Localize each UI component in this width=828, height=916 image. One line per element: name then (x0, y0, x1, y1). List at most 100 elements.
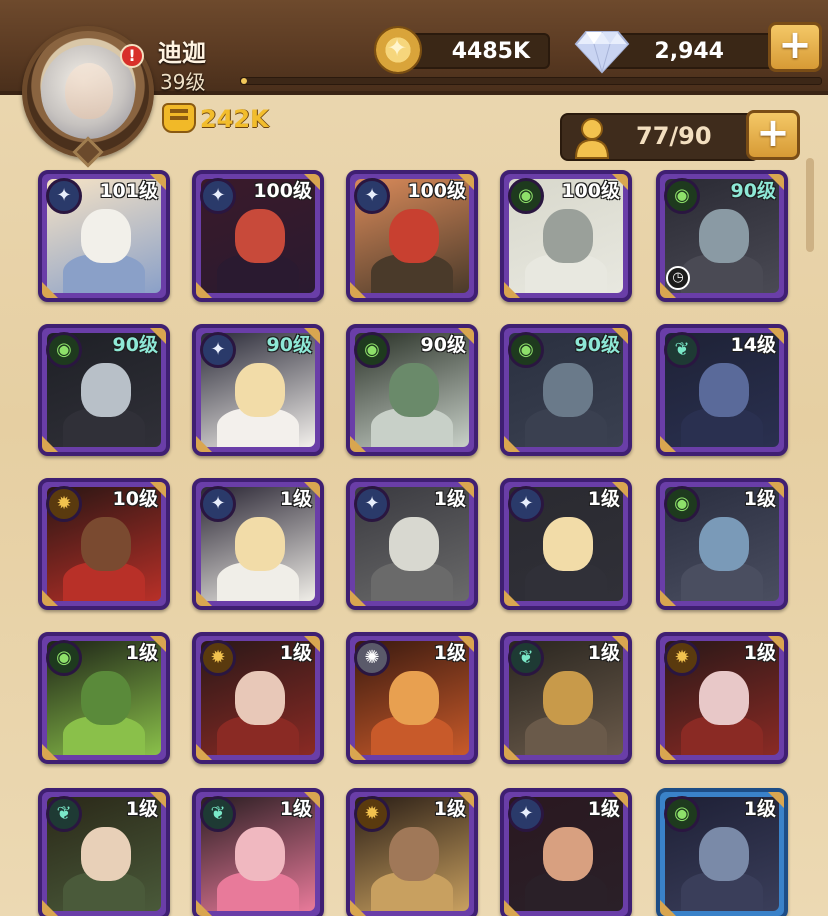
card-corner-ornament (458, 174, 474, 190)
hero-portrait-head (235, 208, 286, 264)
leaf-icon: ❦ (46, 796, 82, 832)
hero-portrait-head (543, 362, 594, 418)
hero-card[interactable]: ❦ 14级 (656, 324, 788, 456)
star-icon: ✦ (200, 178, 236, 214)
hero-card[interactable]: ✦ 1级 (500, 478, 632, 610)
eye-icon: ◉ (46, 332, 82, 368)
hero-card[interactable]: ✦ 1级 (346, 478, 478, 610)
card-corner-ornament (612, 174, 628, 190)
card-corner-ornament (196, 744, 212, 760)
card-corner-ornament (612, 636, 628, 652)
hero-card[interactable]: ✦ 1级 (500, 788, 632, 916)
leaf-icon: ❦ (508, 640, 544, 676)
card-corner-ornament (504, 590, 520, 606)
hero-portrait-head (235, 362, 286, 418)
star-icon: ✦ (354, 178, 390, 214)
hero-portrait-head (699, 362, 750, 418)
card-corner-ornament (150, 636, 166, 652)
hero-card[interactable]: ◉ 1级 (656, 478, 788, 610)
hero-card[interactable]: ✦ 100级 (346, 170, 478, 302)
light-icon: ✺ (354, 640, 390, 676)
hero-portrait-head (235, 670, 286, 726)
hero-card[interactable]: ✹ 10级 (38, 478, 170, 610)
card-corner-ornament (458, 328, 474, 344)
card-corner-ornament (42, 590, 58, 606)
card-corner-ornament (458, 792, 474, 808)
card-corner-ornament (768, 174, 784, 190)
hero-portrait-head (235, 516, 286, 572)
hero-portrait-head (389, 362, 440, 418)
eye-icon: ◉ (354, 332, 390, 368)
card-corner-ornament (768, 328, 784, 344)
hero-card[interactable]: ◉ 100级 (500, 170, 632, 302)
hero-card[interactable]: ✹ 1级 (192, 632, 324, 764)
hero-portrait-head (389, 208, 440, 264)
hero-card[interactable]: ✹ 1级 (656, 632, 788, 764)
hero-portrait-head (389, 826, 440, 882)
hero-card[interactable]: ✹ 1级 (346, 788, 478, 916)
card-corner-ornament (660, 900, 676, 916)
hero-portrait-head (81, 826, 132, 882)
card-corner-ornament (304, 174, 320, 190)
hero-card[interactable]: ◉ 90级 (500, 324, 632, 456)
hero-card[interactable]: ✺ 1级 (346, 632, 478, 764)
hero-card[interactable]: ◉ 90级 ◷ (656, 170, 788, 302)
eye-icon: ◉ (46, 640, 82, 676)
hero-portrait-head (81, 670, 132, 726)
card-corner-ornament (304, 482, 320, 498)
hero-card[interactable]: ◉ 1级 (38, 632, 170, 764)
card-corner-ornament (150, 328, 166, 344)
card-corner-ornament (196, 436, 212, 452)
sun-icon: ✹ (664, 640, 700, 676)
card-corner-ornament (612, 792, 628, 808)
card-corner-ornament (660, 744, 676, 760)
star-icon: ✦ (354, 486, 390, 522)
hero-portrait-head (235, 826, 286, 882)
hero-portrait-head (699, 826, 750, 882)
leaf-icon: ❦ (200, 796, 236, 832)
hero-portrait-head (389, 516, 440, 572)
card-corner-ornament (660, 436, 676, 452)
star-icon: ✦ (46, 178, 82, 214)
card-corner-ornament (504, 744, 520, 760)
hero-portrait-head (81, 362, 132, 418)
card-corner-ornament (350, 436, 366, 452)
card-corner-ornament (612, 328, 628, 344)
card-corner-ornament (304, 636, 320, 652)
card-corner-ornament (196, 590, 212, 606)
hero-card[interactable]: ◉ 1级 (656, 788, 788, 916)
clock-icon: ◷ (666, 266, 690, 290)
card-corner-ornament (150, 792, 166, 808)
eye-icon: ◉ (664, 796, 700, 832)
card-corner-ornament (350, 900, 366, 916)
hero-card[interactable]: ◉ 90级 (38, 324, 170, 456)
hero-card[interactable]: ✦ 90级 (192, 324, 324, 456)
card-corner-ornament (350, 590, 366, 606)
card-corner-ornament (304, 328, 320, 344)
card-corner-ornament (504, 282, 520, 298)
card-corner-ornament (504, 436, 520, 452)
sun-icon: ✹ (46, 486, 82, 522)
card-corner-ornament (768, 792, 784, 808)
card-corner-ornament (150, 174, 166, 190)
hero-portrait-head (389, 670, 440, 726)
eye-icon: ◉ (664, 486, 700, 522)
card-corner-ornament (458, 636, 474, 652)
card-corner-ornament (304, 792, 320, 808)
hero-card[interactable]: ✦ 101级 (38, 170, 170, 302)
card-corner-ornament (42, 900, 58, 916)
hero-portrait-head (699, 208, 750, 264)
hero-card[interactable]: ◉ 90级 (346, 324, 478, 456)
hero-portrait-head (543, 516, 594, 572)
star-icon: ✦ (200, 332, 236, 368)
hero-card[interactable]: ❦ 1级 (38, 788, 170, 916)
card-corner-ornament (504, 900, 520, 916)
hero-portrait-head (543, 208, 594, 264)
hero-card[interactable]: ❦ 1级 (192, 788, 324, 916)
card-corner-ornament (150, 482, 166, 498)
hero-card[interactable]: ❦ 1级 (500, 632, 632, 764)
hero-card[interactable]: ✦ 100级 (192, 170, 324, 302)
card-corner-ornament (350, 282, 366, 298)
card-corner-ornament (196, 900, 212, 916)
hero-card[interactable]: ✦ 1级 (192, 478, 324, 610)
